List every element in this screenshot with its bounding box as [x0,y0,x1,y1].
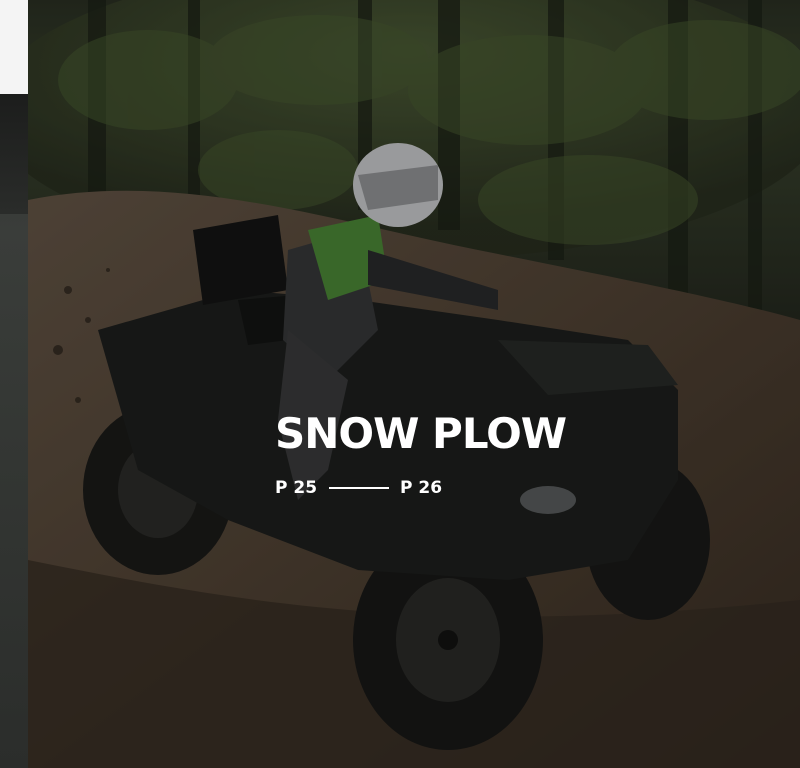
left-strip-dark-block [0,94,28,214]
page: SNOW PLOW P 25 P 26 [0,0,800,768]
left-strip-white-block [0,0,28,94]
page-reference: P 25 P 26 [275,478,635,498]
page-to-link[interactable]: P 26 [400,478,442,498]
feature-caption: SNOW PLOW P 25 P 26 [275,409,635,499]
divider-line-icon [329,487,390,489]
hero-section: SNOW PLOW P 25 P 26 [28,0,800,768]
feature-heading: SNOW PLOW [275,409,567,458]
hero-dark-overlay [28,0,800,768]
page-from-link[interactable]: P 25 [275,478,317,498]
